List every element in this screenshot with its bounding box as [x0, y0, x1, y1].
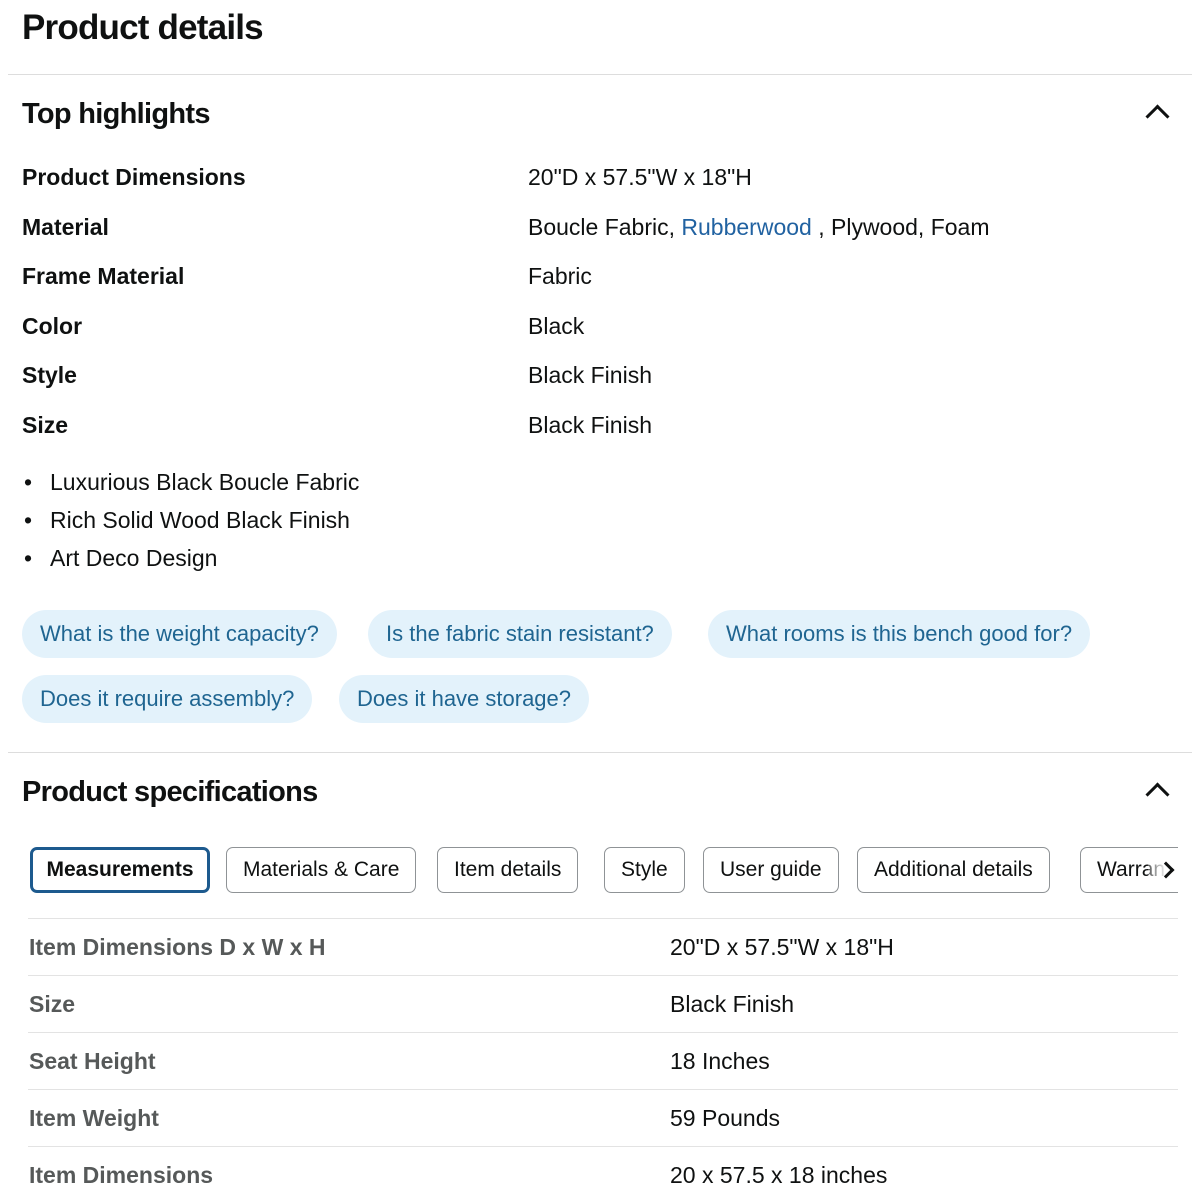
- spec-label: Seat Height: [29, 1048, 156, 1074]
- spec-value: Black Finish: [670, 991, 794, 1017]
- top-highlights-title: Top highlights: [22, 98, 210, 130]
- spec-label: Size: [29, 991, 76, 1017]
- tab-style[interactable]: Style: [604, 847, 685, 893]
- rubberwood-link[interactable]: Rubberwood: [681, 214, 811, 240]
- highlight-label: Size: [22, 412, 69, 438]
- material-text: , Plywood, Foam: [811, 214, 990, 240]
- spec-label: Item Dimensions: [29, 1162, 214, 1188]
- product-specifications-title: Product specifications: [22, 776, 318, 808]
- highlight-value: Black Finish: [528, 412, 652, 438]
- highlight-row: Size Black Finish: [22, 412, 1178, 452]
- bullet-item: Art Deco Design: [22, 542, 359, 580]
- question-chip-stain-resistant[interactable]: Is the fabric stain resistant?: [368, 610, 672, 658]
- table-row: Size Black Finish: [28, 975, 1178, 1032]
- highlight-label: Material: [22, 214, 109, 240]
- feature-bullets: Luxurious Black Boucle Fabric Rich Solid…: [22, 466, 359, 580]
- spec-value: 20 x 57.5 x 18 inches: [670, 1162, 888, 1188]
- chevron-up-icon[interactable]: [1145, 782, 1170, 807]
- tab-user-guide[interactable]: User guide: [703, 847, 839, 893]
- tab-additional-details[interactable]: Additional details: [857, 847, 1050, 893]
- table-row: Seat Height 18 Inches: [28, 1032, 1178, 1089]
- question-chip-assembly[interactable]: Does it require assembly?: [22, 675, 313, 723]
- highlight-row: Product Dimensions 20"D x 57.5"W x 18"H: [22, 164, 1178, 204]
- highlight-value: Black Finish: [528, 362, 652, 388]
- spec-value: 20"D x 57.5"W x 18"H: [670, 934, 894, 960]
- tab-item-details[interactable]: Item details: [437, 847, 579, 893]
- highlight-label: Frame Material: [22, 263, 185, 289]
- tab-measurements[interactable]: Measurements: [30, 847, 210, 893]
- material-text: Boucle Fabric,: [528, 214, 682, 240]
- question-chip-rooms[interactable]: What rooms is this bench good for?: [708, 610, 1091, 658]
- bullet-item: Luxurious Black Boucle Fabric: [22, 466, 359, 504]
- highlight-label: Style: [22, 362, 77, 388]
- highlight-value: Fabric: [528, 263, 592, 289]
- highlight-row: Frame Material Fabric: [22, 263, 1178, 303]
- chevron-up-icon[interactable]: [1145, 104, 1170, 129]
- chevron-right-icon[interactable]: [1148, 856, 1182, 886]
- highlight-value: Black: [528, 313, 585, 339]
- divider: [8, 752, 1192, 753]
- spec-label: Item Weight: [29, 1105, 159, 1131]
- spec-value: 59 Pounds: [670, 1105, 780, 1131]
- table-row: Item Weight 59 Pounds: [28, 1089, 1178, 1146]
- highlight-value: 20"D x 57.5"W x 18"H: [528, 164, 752, 190]
- highlight-row: Material Boucle Fabric, Rubberwood , Ply…: [22, 214, 1178, 254]
- spec-table: Item Dimensions D x W x H 20"D x 57.5"W …: [28, 918, 1178, 1203]
- tab-materials-care[interactable]: Materials & Care: [226, 847, 417, 893]
- table-row: Item Dimensions D x W x H 20"D x 57.5"W …: [28, 918, 1178, 975]
- spec-label: Item Dimensions D x W x H: [29, 934, 326, 960]
- highlight-row: Style Black Finish: [22, 362, 1178, 402]
- highlight-label: Color: [22, 313, 83, 339]
- spec-tabs: Measurements Materials & Care Item detai…: [28, 846, 1178, 896]
- question-chip-storage[interactable]: Does it have storage?: [339, 675, 590, 723]
- bullet-item: Rich Solid Wood Black Finish: [22, 504, 359, 542]
- highlight-label: Product Dimensions: [22, 164, 246, 190]
- highlight-row: Color Black: [22, 313, 1178, 353]
- question-chip-weight-capacity[interactable]: What is the weight capacity?: [22, 610, 337, 658]
- spec-value: 18 Inches: [670, 1048, 770, 1074]
- highlight-value: Boucle Fabric, Rubberwood , Plywood, Foa…: [528, 214, 990, 241]
- divider: [8, 74, 1192, 75]
- page-title: Product details: [22, 8, 264, 47]
- table-row: Item Dimensions 20 x 57.5 x 18 inches: [28, 1146, 1178, 1203]
